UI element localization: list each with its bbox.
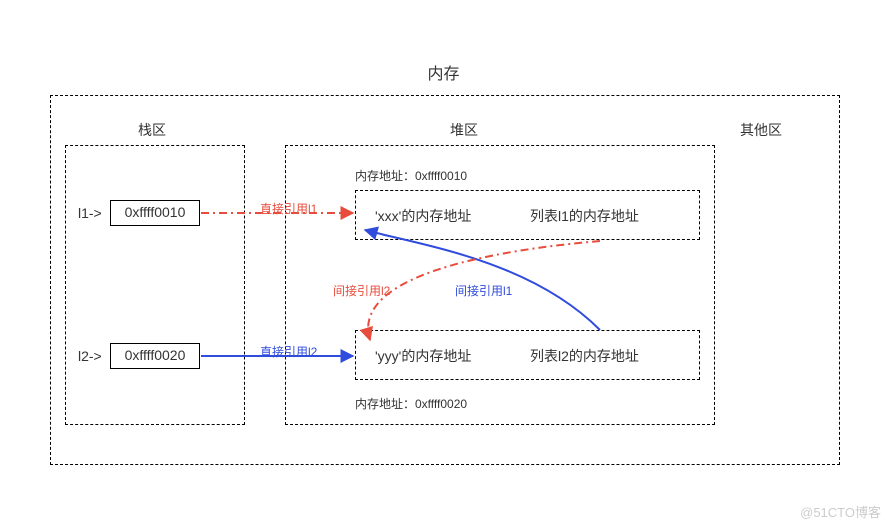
arrows-layer: [0, 0, 887, 527]
watermark: @51CTO博客: [800, 502, 881, 521]
arrow-indirect-l1: [365, 230, 600, 330]
arrow-indirect-l2: [368, 241, 600, 340]
